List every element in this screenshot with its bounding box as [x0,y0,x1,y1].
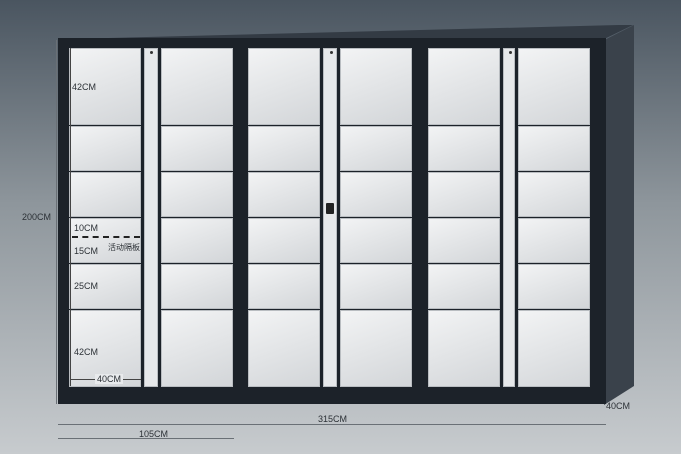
locker-door[interactable] [248,126,320,171]
locker-door[interactable] [69,126,141,171]
compartment-label-1: 42CM [72,82,97,92]
lock-reader-icon[interactable] [326,203,334,214]
height-dimension-line [56,40,57,404]
locker-door[interactable] [248,264,320,309]
cabinet-top [69,25,633,39]
compartment-label-3: 15CM [74,246,99,256]
inner-height-line [70,48,71,386]
locker-door[interactable] [340,172,412,217]
locker-door[interactable] [161,264,233,309]
locker-door[interactable] [161,218,233,263]
locker-door[interactable] [248,218,320,263]
locker-door[interactable] [340,48,412,125]
locker-door[interactable] [340,264,412,309]
center-strip [323,48,337,387]
indicator-dot-icon [509,51,512,54]
locker-door[interactable] [428,126,500,171]
width-dimension-line [58,424,606,425]
locker-door[interactable] [518,310,590,387]
compartment-label-4: 25CM [74,281,99,291]
section-label: 105CM [139,429,169,439]
locker-door[interactable] [69,172,141,217]
locker-door[interactable] [518,264,590,309]
center-strip [503,48,515,387]
locker-door[interactable] [428,172,500,217]
locker-door[interactable] [340,218,412,263]
width-label: 315CM [318,414,348,424]
locker-door[interactable] [428,218,500,263]
locker-door[interactable] [340,310,412,387]
locker-door[interactable] [248,310,320,387]
locker-door[interactable] [518,172,590,217]
locker-door[interactable] [428,264,500,309]
locker-door[interactable] [518,218,590,263]
compartment-label-2: 10CM [74,223,99,233]
locker-door[interactable] [428,310,500,387]
locker-door[interactable] [518,48,590,125]
inner-depth-label: 40CM [95,374,124,384]
locker-door[interactable] [161,310,233,387]
indicator-dot-icon [330,51,333,54]
locker-door[interactable] [428,48,500,125]
height-label: 200CM [22,212,52,222]
partition-label: 活动隔板 [108,243,140,252]
cabinet-side [604,25,634,405]
locker-door[interactable] [248,48,320,125]
movable-partition [72,236,140,238]
locker-door[interactable] [340,126,412,171]
center-strip [144,48,158,387]
locker-door[interactable] [161,126,233,171]
compartment-label-5: 42CM [74,347,99,357]
indicator-dot-icon [150,51,153,54]
locker-door[interactable] [248,172,320,217]
depth-label: 40CM [606,401,631,411]
locker-door[interactable] [161,172,233,217]
locker-door[interactable] [518,126,590,171]
locker-door[interactable] [161,48,233,125]
